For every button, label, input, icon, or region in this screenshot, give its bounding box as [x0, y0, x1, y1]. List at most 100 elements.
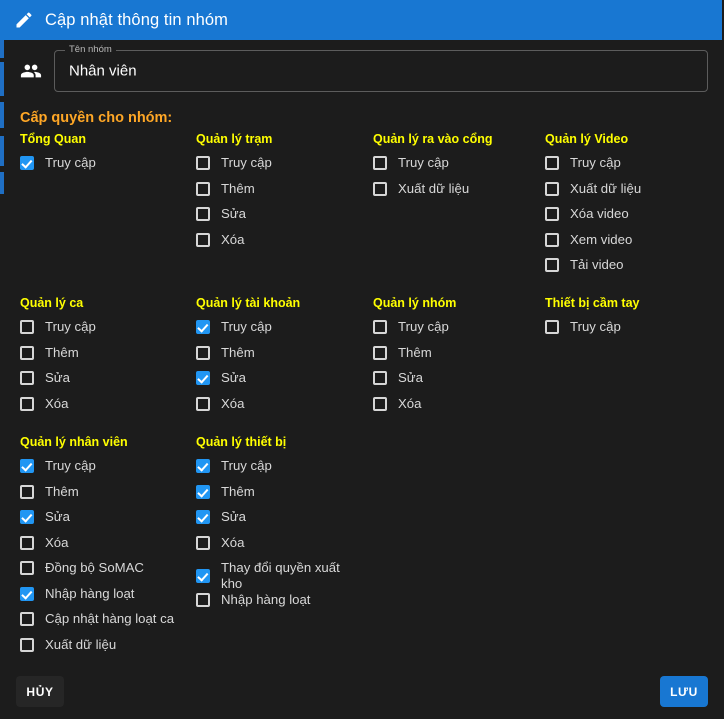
checkbox-unchecked-icon[interactable] [20, 396, 34, 411]
checkbox-unchecked-icon[interactable] [20, 612, 34, 626]
checkbox-checked-icon[interactable] [196, 459, 210, 473]
checkbox-unchecked-icon[interactable] [545, 232, 559, 247]
cancel-button[interactable]: HỦY [16, 676, 64, 707]
checkbox-unchecked-icon[interactable] [196, 207, 210, 221]
checkbox-unchecked-icon[interactable] [20, 535, 34, 550]
checkbox-unchecked-icon[interactable] [545, 207, 559, 221]
permission-option-label: Xóa [221, 534, 245, 550]
permissions-body: Cấp quyền cho nhóm: Tổng Quan Truy cập Quả… [0, 102, 724, 665]
checkbox-unchecked-icon[interactable] [545, 156, 559, 170]
checkbox-checked-icon[interactable] [196, 371, 210, 385]
checkbox-unchecked-icon[interactable] [196, 593, 210, 607]
permission-option-truy-cap[interactable]: Truy cập [20, 155, 196, 181]
checkbox-unchecked-icon[interactable] [196, 535, 210, 550]
checkbox-unchecked-icon[interactable] [196, 181, 210, 196]
checkbox-unchecked-icon[interactable] [20, 371, 34, 385]
permission-option-thay-doi-quyen-xuat-kho[interactable]: Thay đổi quyền xuất kho [196, 560, 346, 592]
checkbox-unchecked-icon[interactable] [196, 232, 210, 247]
checkbox-unchecked-icon[interactable] [196, 345, 210, 360]
permission-option-sua[interactable]: Sửa [20, 370, 196, 396]
permission-option-label: Thay đổi quyền xuất kho [221, 560, 340, 591]
permissions-row: Quản lý nhân viên Truy cập Thêm Sửa Xóa Đồng … [0, 435, 724, 652]
permission-option-xem-video[interactable]: Xem video [545, 232, 721, 258]
checkbox-unchecked-icon[interactable] [20, 484, 34, 499]
checkbox-unchecked-icon[interactable] [545, 320, 559, 334]
checkbox-unchecked-icon[interactable] [373, 371, 387, 385]
checkbox-unchecked-icon[interactable] [373, 396, 387, 411]
checkbox-checked-icon[interactable] [20, 156, 34, 170]
checkbox-unchecked-icon[interactable] [373, 181, 387, 196]
permission-option-them[interactable]: Thêm [373, 345, 549, 371]
permission-option-them[interactable]: Thêm [20, 345, 196, 371]
permission-option-them[interactable]: Thêm [196, 484, 372, 510]
checkbox-unchecked-icon[interactable] [373, 345, 387, 360]
checkbox-checked-icon[interactable] [196, 484, 210, 499]
permission-option-truy-cap[interactable]: Truy cập [373, 319, 549, 345]
permission-option-truy-cap[interactable]: Truy cập [196, 319, 372, 345]
checkbox-unchecked-icon[interactable] [20, 561, 34, 575]
permission-option-truy-cap[interactable]: Truy cập [545, 155, 721, 181]
permission-group-quan-ly-ca: Quản lý ca Truy cập Thêm Sửa Xóa [20, 296, 196, 421]
permission-option-sua[interactable]: Sửa [20, 509, 196, 535]
checkbox-checked-icon[interactable] [20, 459, 34, 473]
checkbox-unchecked-icon[interactable] [20, 320, 34, 334]
permission-option-label: Sửa [221, 509, 246, 524]
permission-option-label: Cập nhật hàng loạt ca [45, 611, 175, 626]
group-name-field[interactable]: Tên nhóm Nhân viên [54, 44, 708, 92]
checkbox-checked-icon[interactable] [20, 510, 34, 524]
checkbox-unchecked-icon[interactable] [545, 181, 559, 196]
checkbox-checked-icon[interactable] [20, 586, 34, 601]
permission-group-title: Quản lý Video [545, 132, 629, 146]
checkbox-checked-icon[interactable] [196, 569, 210, 583]
checkbox-checked-icon[interactable] [196, 320, 210, 334]
permission-option-xuat-du-lieu[interactable]: Xuất dữ liệu [373, 181, 549, 207]
permission-option-them[interactable]: Thêm [196, 181, 372, 207]
permission-option-truy-cap[interactable]: Truy cập [20, 458, 196, 484]
permission-option-dong-bo-somac[interactable]: Đồng bộ SoMAC [20, 560, 196, 586]
checkbox-unchecked-icon[interactable] [373, 320, 387, 334]
checkbox-checked-icon[interactable] [196, 510, 210, 524]
permission-option-them[interactable]: Thêm [196, 345, 372, 371]
permission-option-label: Xuất dữ liệu [398, 180, 470, 196]
checkbox-unchecked-icon[interactable] [20, 637, 34, 652]
permission-option-nhap-hang-loat[interactable]: Nhập hàng loạt [20, 586, 196, 612]
checkbox-unchecked-icon[interactable] [20, 345, 34, 360]
save-button[interactable]: LƯU [660, 676, 708, 707]
permission-option-label: Sửa [221, 206, 246, 221]
permission-option-xoa[interactable]: Xóa [373, 396, 549, 422]
permission-option-xoa[interactable]: Xóa [196, 232, 372, 258]
permission-option-truy-cap[interactable]: Truy cập [196, 458, 372, 484]
checkbox-unchecked-icon[interactable] [545, 258, 559, 272]
permission-option-them[interactable]: Thêm [20, 484, 196, 510]
checkbox-unchecked-icon[interactable] [373, 156, 387, 170]
permission-option-truy-cap[interactable]: Truy cập [545, 319, 721, 345]
permission-option-sua[interactable]: Sửa [196, 370, 372, 396]
permission-option-label: Thêm [221, 344, 255, 360]
permission-option-label: Xóa video [570, 206, 629, 221]
permission-option-xoa[interactable]: Xóa [20, 396, 196, 422]
permission-option-label: Xóa [45, 534, 69, 550]
permission-option-sua[interactable]: Sửa [373, 370, 549, 396]
checkbox-unchecked-icon[interactable] [196, 396, 210, 411]
permission-option-label: Sửa [221, 370, 246, 385]
permission-option-cap-nhat-hang-loat-ca[interactable]: Cập nhật hàng loạt ca [20, 611, 196, 637]
permission-option-nhap-hang-loat[interactable]: Nhập hàng loạt [196, 592, 372, 618]
checkbox-unchecked-icon[interactable] [196, 156, 210, 170]
permission-option-xoa[interactable]: Xóa [20, 535, 196, 561]
permission-option-xoa[interactable]: Xóa [196, 535, 372, 561]
permission-option-truy-cap[interactable]: Truy cập [196, 155, 372, 181]
permission-group-title: Quản lý tài khoản [196, 296, 301, 310]
permission-option-xuat-du-lieu[interactable]: Xuất dữ liệu [545, 181, 721, 207]
permission-option-label: Thêm [45, 483, 79, 499]
permission-option-xoa[interactable]: Xóa [196, 396, 372, 422]
permission-option-xuat-du-lieu[interactable]: Xuất dữ liệu [20, 637, 196, 663]
permission-option-label: Xem video [570, 231, 633, 247]
permission-option-tai-video[interactable]: Tải video [545, 257, 721, 283]
permission-option-sua[interactable]: Sửa [196, 206, 372, 232]
permission-option-truy-cap[interactable]: Truy cập [373, 155, 549, 181]
permission-group-title: Thiết bị cầm tay [545, 296, 640, 310]
group-name-value[interactable]: Nhân viên [69, 63, 137, 80]
permission-option-sua[interactable]: Sửa [196, 509, 372, 535]
permission-option-xoa-video[interactable]: Xóa video [545, 206, 721, 232]
permission-option-truy-cap[interactable]: Truy cập [20, 319, 196, 345]
